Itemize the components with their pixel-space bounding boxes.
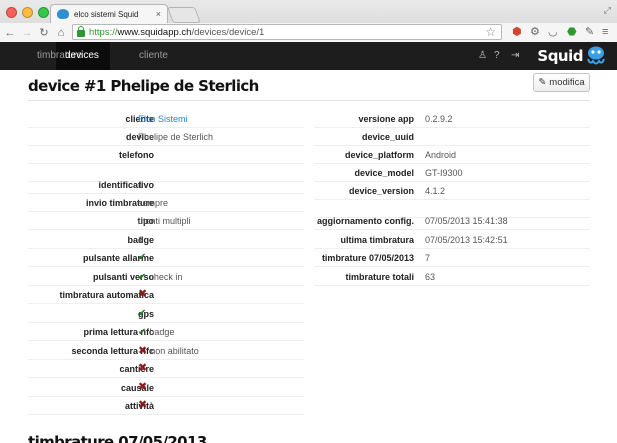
pocket-icon[interactable]: ◡: [548, 25, 558, 39]
page-title: device #1 Phelipe de Sterlich: [28, 77, 259, 95]
bookmark-star-icon[interactable]: ☆: [485, 25, 496, 39]
table-row: tipo utenti multipli: [28, 212, 304, 230]
table-row: device_model GT-I9300: [314, 164, 590, 182]
browser-tab[interactable]: elco sistemi Squid ×: [50, 4, 168, 23]
help-icon[interactable]: ?: [494, 50, 500, 61]
table-row: causale ✖: [28, 379, 304, 397]
check-icon: ✔: [138, 326, 147, 338]
table-row: cantiere ✖: [28, 360, 304, 378]
gear-icon[interactable]: ⚙: [530, 25, 540, 39]
table-row: device Phelipe de Sterlich: [28, 128, 304, 146]
table-row: telefono: [28, 146, 304, 164]
table-row: timbrature 07/05/2013 7: [314, 249, 590, 267]
table-row: device_version 4.1.2: [314, 182, 590, 200]
table-row: ultima timbratura 07/05/2013 15:42:51: [314, 231, 590, 249]
wrench-icon[interactable]: ✎: [585, 25, 594, 39]
close-window-button[interactable]: [6, 7, 17, 18]
url-text: https://www.squidapp.ch/devices/device/1: [89, 26, 265, 38]
lock-icon: [77, 25, 85, 37]
cross-icon: ✖: [138, 288, 148, 300]
table-row: identificativo 1: [28, 176, 304, 194]
table-row: prima lettura nfc ✔ badge: [28, 323, 304, 341]
table-row: timbrature totali 63: [314, 268, 590, 286]
tab-title: elco sistemi Squid: [74, 9, 139, 19]
forward-button[interactable]: →: [20, 27, 34, 39]
table-row: invio timbrature sempre: [28, 194, 304, 212]
table-row: cliente Elco Sistemi: [28, 110, 304, 128]
app-navbar: timbrature devices cliente ♙ ? ⇥ Squid: [0, 42, 617, 70]
edit-button-label: modifica: [549, 77, 585, 88]
window-controls: [6, 7, 49, 18]
menu-icon[interactable]: ≡: [602, 25, 608, 39]
table-row: seconda lettura nfc ✖ non abilitato: [28, 342, 304, 360]
brand-logo-text[interactable]: Squid: [537, 47, 583, 65]
nav-cliente[interactable]: cliente: [139, 50, 168, 61]
cliente-link[interactable]: Elco Sistemi: [138, 114, 188, 124]
table-row: badge 1: [28, 231, 304, 249]
nav-devices[interactable]: devices: [65, 50, 99, 61]
table-row: aggiornamento config. 07/05/2013 15:41:3…: [314, 212, 590, 230]
minimize-window-button[interactable]: [22, 7, 33, 18]
browser-toolbar: ← → ↻ ⌂ https://www.squidapp.ch/devices/…: [0, 23, 617, 42]
squid-favicon-icon: [57, 9, 69, 19]
table-row: versione app 0.2.9.2: [314, 110, 590, 128]
user-icon[interactable]: ♙: [478, 50, 487, 61]
check-icon: ✔: [138, 252, 147, 263]
check-icon: ✔: [138, 271, 147, 283]
new-tab-button[interactable]: [167, 7, 201, 23]
extension-icon[interactable]: ⬣: [567, 25, 577, 39]
cross-icon: ✖: [138, 381, 148, 393]
zoom-window-button[interactable]: [38, 7, 49, 18]
table-row: device_platform Android: [314, 146, 590, 164]
browser-chrome: elco sistemi Squid × ⤢ ← → ↻ ⌂ https://w…: [0, 0, 617, 42]
cross-icon: ✖: [138, 344, 148, 357]
extension-shield-icon[interactable]: ⬢: [512, 25, 522, 39]
table-row: attività ✖: [28, 397, 304, 415]
pencil-icon: ✎: [538, 77, 547, 88]
table-row: timbratura automatica ✖: [28, 286, 304, 304]
logout-icon[interactable]: ⇥: [511, 50, 519, 61]
fullscreen-icon[interactable]: ⤢: [604, 5, 611, 16]
table-row: pulsante allarme ✔: [28, 249, 304, 267]
table-row: pulsanti verso ✔ check in: [28, 268, 304, 286]
home-button[interactable]: ⌂: [54, 27, 68, 39]
reload-button[interactable]: ↻: [37, 26, 51, 39]
edit-button[interactable]: ✎ modifica: [533, 73, 590, 92]
table-row: device_uuid: [314, 128, 590, 146]
cross-icon: ✖: [138, 362, 148, 374]
cross-icon: ✖: [138, 399, 148, 411]
tab-close-button[interactable]: ×: [156, 9, 161, 19]
check-icon: ✔: [138, 308, 147, 319]
header-divider: [28, 100, 590, 101]
table-row: gps ✔: [28, 305, 304, 323]
section-title: timbrature 07/05/2013: [28, 433, 207, 443]
back-button[interactable]: ←: [3, 27, 17, 39]
squid-logo-icon: [587, 46, 605, 65]
address-bar[interactable]: https://www.squidapp.ch/devices/device/1…: [72, 24, 502, 40]
